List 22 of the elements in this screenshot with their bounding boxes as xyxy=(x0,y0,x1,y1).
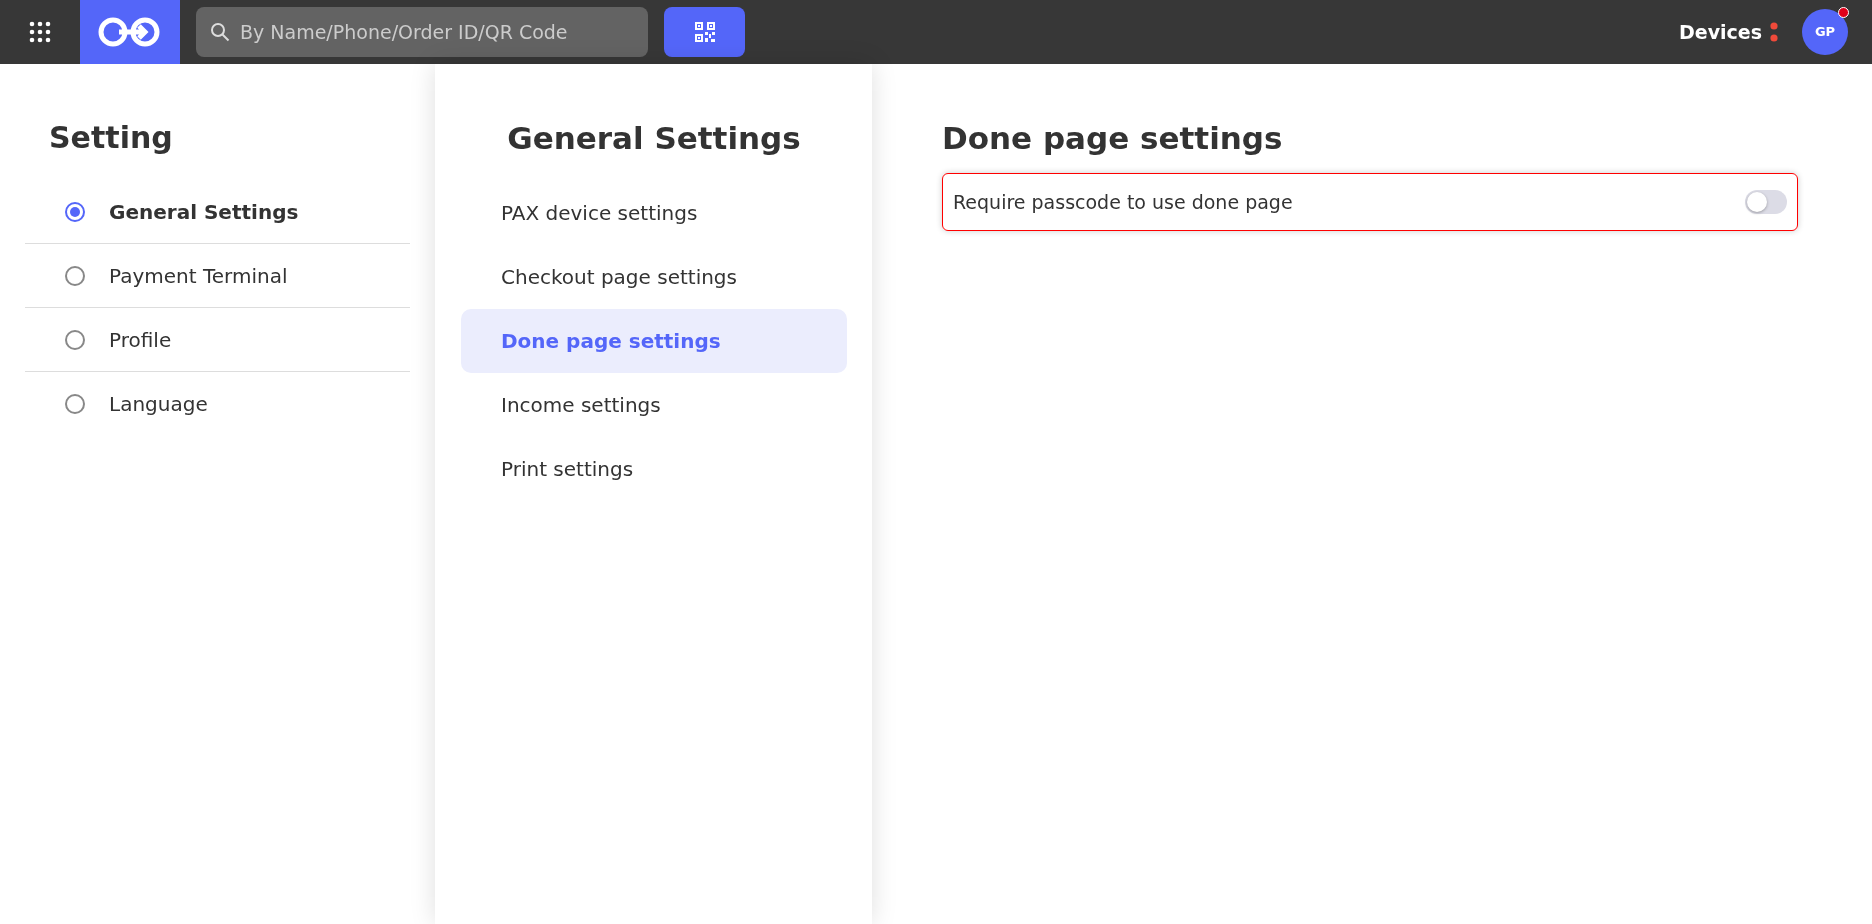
settings-menu-item[interactable]: Payment Terminal xyxy=(25,244,410,308)
avatar[interactable]: GP xyxy=(1802,9,1848,55)
grid-icon xyxy=(28,20,52,44)
settings-menu-item[interactable]: Language xyxy=(25,372,410,436)
panel-title: General Settings xyxy=(506,120,802,158)
setting-label: Require passcode to use done page xyxy=(953,189,1293,215)
qr-code-icon xyxy=(694,22,715,42)
qr-code-button[interactable] xyxy=(664,7,745,57)
devices-link[interactable]: Devices xyxy=(1679,17,1762,47)
search-icon xyxy=(210,22,230,42)
settings-section-item[interactable]: Checkout page settings xyxy=(461,245,847,310)
settings-section-item[interactable]: Done page settings xyxy=(461,309,847,374)
search-field[interactable]: By Name/Phone/Order ID/QR Code xyxy=(196,7,648,57)
panel-title: Setting xyxy=(49,120,174,156)
logo[interactable] xyxy=(80,0,180,64)
toggle-switch[interactable] xyxy=(1745,190,1787,215)
page-title: Done page settings xyxy=(942,120,1284,158)
settings-section-item[interactable]: PAX device settings xyxy=(461,181,847,246)
settings-menu-item[interactable]: Profile xyxy=(25,308,410,372)
settings-section-item[interactable]: Print settings xyxy=(461,437,847,502)
settings-section-item[interactable]: Income settings xyxy=(461,373,847,438)
settings-menu-item[interactable]: General Settings xyxy=(25,180,410,244)
